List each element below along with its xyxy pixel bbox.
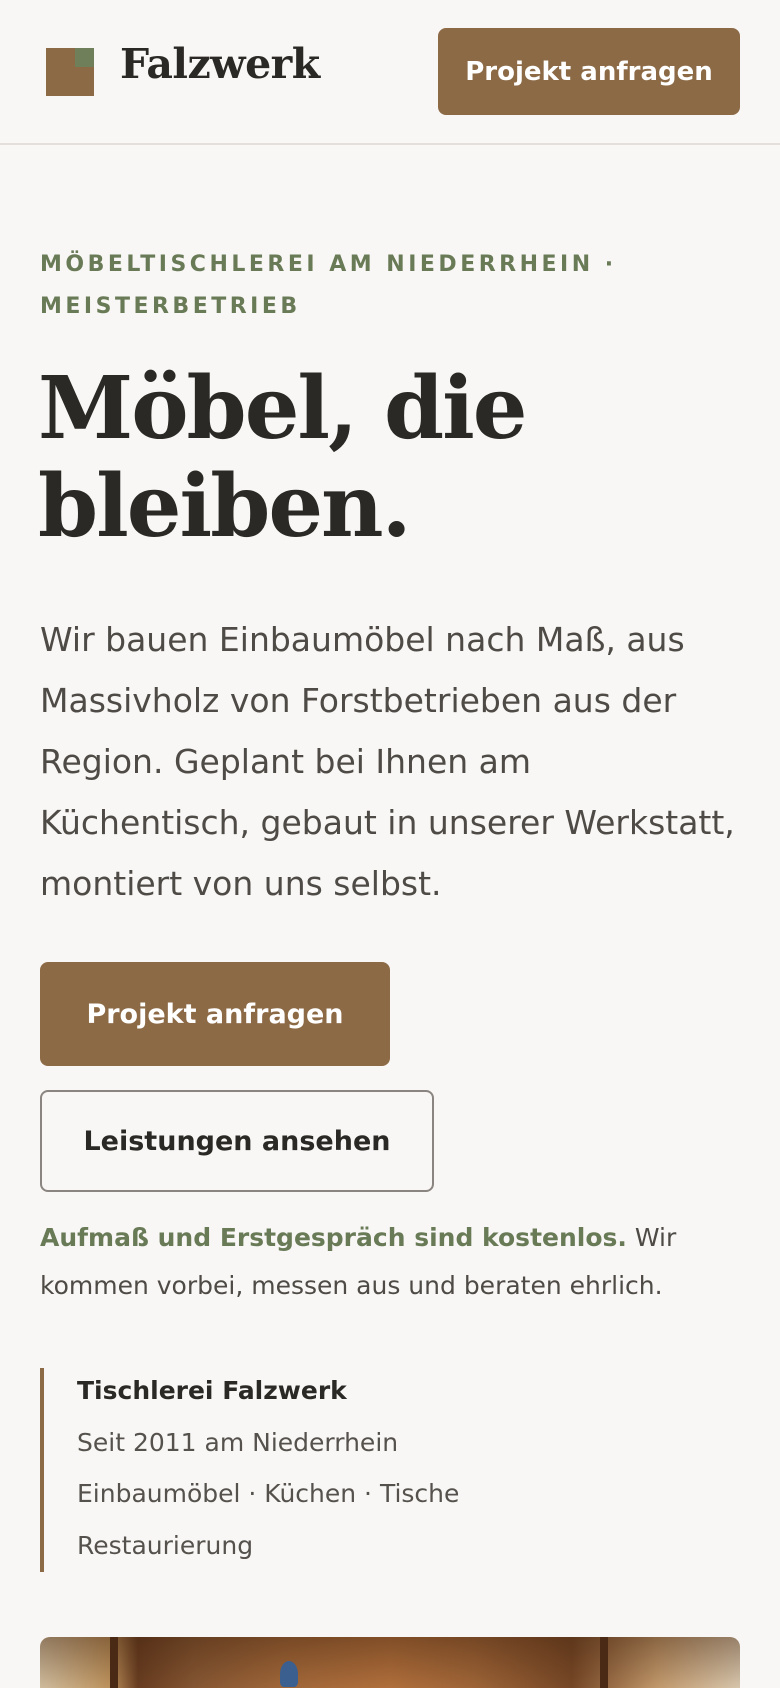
square-logo-icon[interactable] — [46, 48, 94, 96]
view-services-button[interactable]: Leistungen ansehen — [40, 1090, 434, 1192]
company-info-line: Einbaumöbel · Küchen · Tische — [77, 1479, 460, 1508]
free-consultation-highlight: Aufmaß und Erstgespräch sind kostenlos. — [40, 1223, 627, 1252]
company-info-line: Restaurierung — [77, 1531, 254, 1560]
site-header: Falzwerk Projekt anfragen — [0, 0, 780, 145]
hero-eyebrow: Möbeltischlerei am Niederrhein · Meister… — [40, 252, 617, 319]
photo-wood-post — [600, 1637, 608, 1688]
company-info-title: Tischlerei Falzwerk — [77, 1376, 347, 1405]
workshop-photo — [40, 1637, 740, 1688]
company-info-card: Tischlerei Falzwerk Seit 2011 am Niederr… — [40, 1368, 640, 1572]
hero-headline: Möbel, die bleiben. — [38, 358, 527, 557]
logo-accent-corner — [75, 48, 94, 67]
header-project-request-button[interactable]: Projekt anfragen — [438, 28, 740, 115]
photo-wood-post — [110, 1637, 118, 1688]
project-request-button[interactable]: Projekt anfragen — [40, 962, 390, 1066]
photo-shading — [40, 1637, 740, 1688]
brand-name[interactable]: Falzwerk — [120, 40, 320, 88]
company-info-line: Seit 2011 am Niederrhein — [77, 1428, 399, 1457]
photo-blue-object — [280, 1661, 298, 1687]
hero-lede: Wir bauen Einbaumöbel nach Maß, aus Mass… — [40, 620, 735, 903]
free-consultation-note: Aufmaß und Erstgespräch sind kostenlos. … — [40, 1214, 740, 1310]
